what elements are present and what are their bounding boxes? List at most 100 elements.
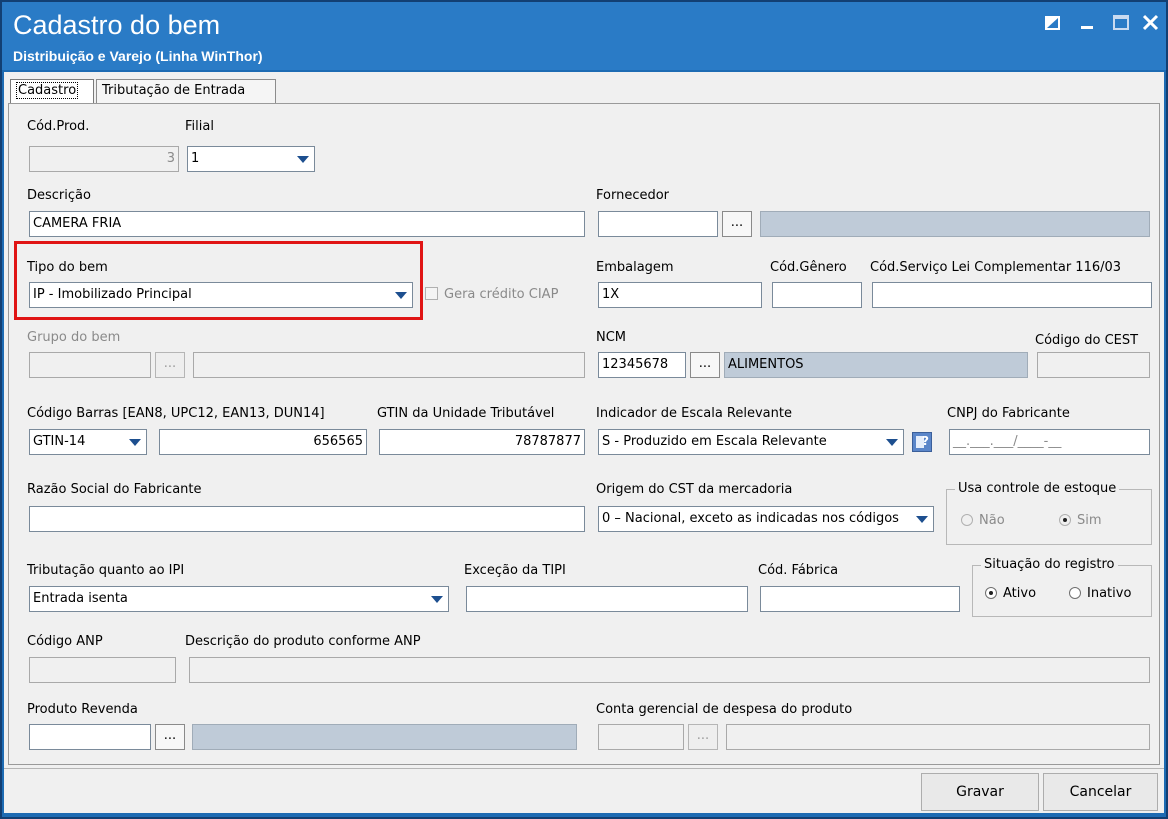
maximize-icon[interactable]	[1110, 12, 1132, 34]
controle-estoque-title: Usa controle de estoque	[955, 481, 1120, 496]
minimize-icon[interactable]	[1077, 12, 1099, 34]
cancelar-accel: C	[1069, 784, 1080, 800]
ncm-label: NCM	[596, 330, 627, 345]
origem-cst-select[interactable]: 0 – Nacional, exceto as indicadas nos có…	[598, 506, 934, 532]
produto-revenda-label: Produto Revenda	[27, 702, 138, 717]
help-icon[interactable]	[912, 432, 932, 452]
codigo-barras-label: Código Barras [EAN8, UPC12, EAN13, DUN14…	[27, 406, 325, 421]
cnpj-fab-input[interactable]: __.___.___/____-__	[949, 429, 1150, 455]
situacao-title: Situação do registro	[981, 557, 1118, 572]
gtin-trib-input[interactable]: 78787877	[379, 429, 585, 455]
estoque-nao-label: Não	[979, 513, 1005, 528]
cest-label: Código do CEST	[1035, 333, 1139, 348]
footer-bar: Gravar Cancelar	[4, 768, 1164, 813]
chevron-down-icon[interactable]	[426, 589, 446, 609]
origem-cst-label: Origem do CST da mercadoria	[596, 482, 793, 497]
filial-label: Filial	[185, 119, 214, 134]
trib-ipi-label: Tributação quanto ao IPI	[27, 563, 185, 578]
tab-cadastro-label: Cadastro	[16, 82, 79, 99]
radio-icon	[1069, 587, 1081, 599]
situacao-inativo-label: Inativo	[1087, 586, 1132, 601]
chevron-down-icon[interactable]	[911, 509, 931, 529]
razao-social-label: Razão Social do Fabricante	[27, 482, 202, 497]
cod-prod-input[interactable]: 3	[29, 146, 179, 172]
gtin-trib-label: GTIN da Unidade Tributável	[377, 406, 555, 421]
trib-ipi-value: Entrada isenta	[33, 591, 128, 606]
razao-social-input[interactable]	[29, 506, 585, 532]
estoque-nao-radio[interactable]: Não	[961, 513, 1005, 528]
situacao-inativo-radio[interactable]: Inativo	[1069, 586, 1131, 601]
grupo-bem-label: Grupo do bem	[27, 330, 121, 345]
produto-revenda-search-button[interactable]: ...	[155, 724, 185, 750]
tab-tributacao-label: Tributação de Entrada	[102, 83, 246, 98]
ncm-search-button[interactable]: ...	[690, 352, 720, 378]
barcode-type-select[interactable]: GTIN-14	[29, 429, 147, 455]
cod-fabrica-input[interactable]	[760, 586, 960, 612]
window-subtitle: Distribuição e Varejo (Linha WinThor)	[13, 48, 263, 64]
chevron-down-icon[interactable]	[881, 432, 901, 452]
cnpj-fab-label: CNPJ do Fabricante	[947, 406, 1070, 421]
application-window: Cadastro do bem Distribuição e Varejo (L…	[0, 0, 1168, 819]
window-title: Cadastro do bem	[13, 10, 221, 40]
descricao-label: Descrição	[27, 188, 91, 203]
conta-gerencial-search-button[interactable]: ...	[688, 724, 718, 750]
conta-gerencial-desc-display	[726, 724, 1150, 750]
fornecedor-label: Fornecedor	[596, 188, 670, 203]
checkbox-icon	[425, 287, 438, 300]
embalagem-label: Embalagem	[596, 260, 674, 275]
chevron-down-icon[interactable]	[292, 149, 312, 169]
gera-credito-label: Gera crédito CIAP	[444, 287, 559, 302]
tab-tributacao-entrada[interactable]: Tributação de Entrada	[96, 79, 276, 103]
excecao-tipi-input[interactable]	[466, 586, 748, 612]
gravar-accel: G	[956, 784, 967, 800]
trib-ipi-select[interactable]: Entrada isenta	[29, 586, 449, 612]
barcode-type-value: GTIN-14	[33, 434, 86, 449]
highlight-box	[14, 241, 423, 320]
radio-icon	[961, 514, 973, 526]
descricao-anp-input[interactable]	[189, 657, 1150, 683]
cod-servico-label: Cód.Serviço Lei Complementar 116/03	[870, 260, 1122, 275]
embalagem-input[interactable]: 1X	[598, 282, 762, 308]
descricao-anp-label: Descrição do produto conforme ANP	[185, 634, 421, 649]
escala-select[interactable]: S - Produzido em Escala Relevante	[598, 429, 904, 455]
chevron-down-icon[interactable]	[124, 432, 144, 452]
descricao-input[interactable]: CAMERA FRIA	[29, 211, 585, 237]
ncm-description-display: ALIMENTOS	[724, 352, 1028, 378]
gravar-button[interactable]: Gravar	[921, 773, 1039, 811]
codigo-barras-input[interactable]: 656565	[159, 429, 367, 455]
grupo-bem-search-button[interactable]: ...	[155, 352, 185, 378]
cancelar-button[interactable]: Cancelar	[1043, 773, 1158, 811]
estoque-sim-radio[interactable]: Sim	[1059, 513, 1102, 528]
codigo-anp-input[interactable]	[29, 657, 176, 683]
ncm-input[interactable]: 12345678	[598, 352, 686, 378]
fornecedor-input[interactable]	[598, 211, 718, 237]
cod-servico-input[interactable]	[872, 282, 1152, 308]
escala-value: S - Produzido em Escala Relevante	[602, 434, 827, 449]
situacao-ativo-radio[interactable]: Ativo	[985, 586, 1036, 601]
restore-icon[interactable]	[1042, 12, 1064, 34]
gera-credito-checkbox[interactable]: Gera crédito CIAP	[425, 287, 558, 302]
controle-estoque-group: Usa controle de estoque Não Sim	[946, 481, 1152, 545]
tab-cadastro[interactable]: Cadastro	[10, 79, 94, 103]
cod-genero-input[interactable]	[772, 282, 862, 308]
radio-selected-icon	[1059, 514, 1071, 526]
gravar-label: ravar	[966, 784, 1004, 800]
origem-cst-value: 0 – Nacional, exceto as indicadas nos có…	[602, 511, 899, 526]
estoque-sim-label: Sim	[1077, 513, 1102, 528]
grupo-bem-input[interactable]	[29, 352, 151, 378]
close-icon[interactable]	[1140, 12, 1162, 34]
filial-select[interactable]: 1	[187, 146, 315, 172]
situacao-group: Situação do registro Ativo Inativo	[972, 557, 1152, 617]
cancelar-label: ancelar	[1079, 784, 1132, 800]
conta-gerencial-label: Conta gerencial de despesa do produto	[596, 702, 853, 717]
fornecedor-search-button[interactable]: ...	[722, 211, 752, 237]
cest-input[interactable]	[1037, 352, 1150, 378]
fornecedor-name-display	[760, 211, 1150, 237]
codigo-anp-label: Código ANP	[27, 634, 103, 649]
cod-prod-label: Cód.Prod.	[27, 119, 90, 134]
conta-gerencial-input[interactable]	[598, 724, 684, 750]
grupo-bem-desc-display	[193, 352, 585, 378]
escala-label: Indicador de Escala Relevante	[596, 406, 792, 421]
produto-revenda-input[interactable]	[29, 724, 151, 750]
radio-selected-icon	[985, 587, 997, 599]
